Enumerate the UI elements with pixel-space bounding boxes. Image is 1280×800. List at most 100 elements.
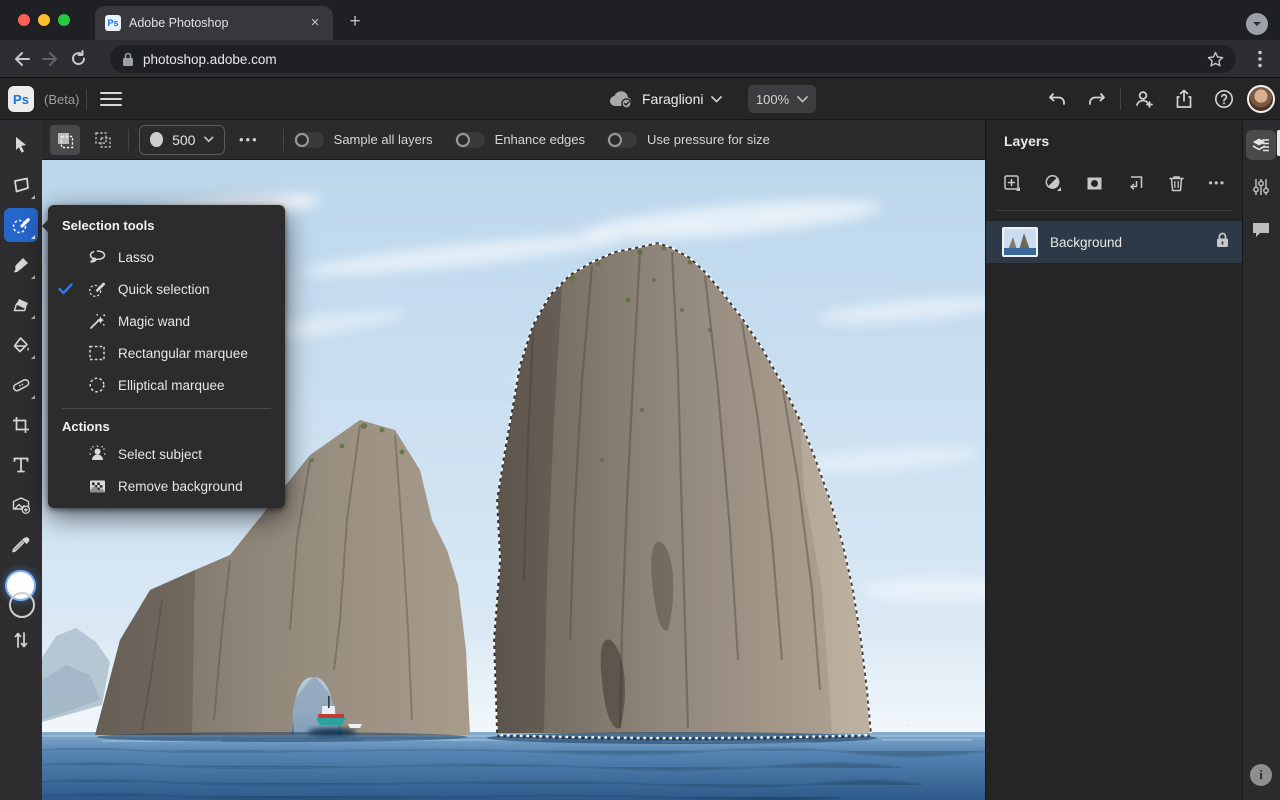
chevron-down-icon (204, 136, 214, 143)
forward-button[interactable] (36, 45, 64, 73)
add-layer-icon (1003, 174, 1020, 191)
layer-thumbnail[interactable] (1002, 227, 1038, 257)
menu-item-remove-background[interactable]: Remove background (48, 470, 285, 502)
forward-icon (42, 51, 57, 66)
menu-item-quick-selection[interactable]: Quick selection (48, 273, 285, 305)
browser-menu-button[interactable] (1248, 45, 1272, 73)
brush-size-dropdown[interactable]: 500 (139, 124, 225, 155)
comment-icon (1253, 222, 1269, 237)
layer-row-background[interactable]: Background (986, 221, 1243, 263)
small-boat (348, 724, 362, 728)
document-switcher[interactable]: Faraglioni (608, 84, 723, 114)
traffic-close-button[interactable] (18, 14, 30, 26)
menu-item-magic-wand[interactable]: Magic wand (48, 305, 285, 337)
add-person-icon (1136, 91, 1153, 108)
new-layer-button[interactable] (996, 168, 1028, 198)
browser-tab[interactable]: Ps Adobe Photoshop × (95, 6, 333, 40)
share-button[interactable] (1167, 82, 1201, 116)
info-button[interactable]: i (1250, 764, 1272, 786)
selection-mode-new-button[interactable] (50, 124, 80, 155)
move-tool-icon (16, 137, 26, 153)
place-image-tool-button[interactable] (4, 488, 38, 522)
bookmark-star-icon[interactable] (1207, 51, 1224, 68)
select-subject-icon (82, 444, 112, 464)
address-bar[interactable]: photoshop.adobe.com (110, 45, 1236, 73)
use-pressure-toggle[interactable] (607, 131, 638, 148)
sample-all-layers-label: Sample all layers (333, 132, 433, 147)
comments-panel-button[interactable] (1246, 214, 1276, 244)
enhance-edges-label: Enhance edges (494, 132, 586, 147)
layers-panel-button[interactable] (1246, 130, 1276, 160)
menu-item-rectangular-marquee[interactable]: Rectangular marquee (48, 337, 285, 369)
move-tool-button[interactable] (4, 128, 38, 162)
tab-search-button[interactable] (1246, 13, 1268, 35)
menu-item-elliptical-marquee[interactable]: Elliptical marquee (48, 369, 285, 401)
info-icon: i (1259, 767, 1263, 782)
redo-button[interactable] (1080, 82, 1114, 116)
ps-logo[interactable]: Ps (8, 86, 34, 112)
account-avatar[interactable] (1247, 85, 1275, 113)
brush-size-value: 500 (172, 131, 196, 148)
boat (308, 728, 356, 736)
main-menu-button[interactable] (100, 89, 122, 109)
background-color-swatch[interactable] (9, 592, 35, 618)
add-image-icon (12, 496, 30, 514)
brush-tool-button[interactable] (4, 248, 38, 282)
enhance-edges-toggle[interactable] (454, 131, 485, 148)
adjustment-button[interactable] (1037, 168, 1069, 198)
photoshop-favicon: Ps (105, 15, 121, 31)
eyedropper-icon (12, 537, 30, 553)
delete-layer-button[interactable] (1160, 168, 1192, 198)
eraser-tool-button[interactable] (4, 288, 38, 322)
eyedropper-tool-button[interactable] (4, 528, 38, 562)
swap-colors-button[interactable] (4, 623, 38, 657)
lasso-icon (82, 248, 112, 267)
menu-item-select-subject[interactable]: Select subject (48, 438, 285, 470)
crop-tool-button[interactable] (4, 408, 38, 442)
traffic-zoom-button[interactable] (58, 14, 70, 26)
help-button[interactable] (1207, 82, 1241, 116)
menu-item-label: Magic wand (118, 313, 191, 329)
check-icon (48, 283, 82, 295)
quick-selection-tool-button[interactable] (4, 208, 38, 242)
traffic-minimize-button[interactable] (38, 14, 50, 26)
object-selection-tool-button[interactable] (4, 168, 38, 202)
healing-tool-button[interactable] (4, 368, 38, 402)
menu-item-label: Lasso (118, 249, 155, 265)
adjustment-icon (1045, 174, 1061, 191)
group-arrow-icon (1129, 175, 1142, 190)
crop-icon (13, 417, 29, 433)
menu-item-lasso[interactable]: Lasso (48, 241, 285, 273)
panel-strip: i (1242, 120, 1280, 800)
back-button[interactable] (8, 45, 36, 73)
more-options-button[interactable]: ••• (239, 132, 259, 147)
layers-more-button[interactable]: ••• (1201, 168, 1233, 198)
layer-name: Background (1050, 234, 1123, 250)
reload-button[interactable] (64, 45, 92, 73)
invite-button[interactable] (1127, 82, 1161, 116)
move-into-group-button[interactable] (1119, 168, 1151, 198)
tool-options-bar: 500 ••• Sample all layers Enhance edges … (42, 120, 985, 160)
fill-tool-button[interactable] (4, 328, 38, 362)
layer-mask-button[interactable] (1078, 168, 1110, 198)
chevron-down-icon (711, 95, 723, 103)
trash-icon (1168, 175, 1184, 191)
selection-mode-subtract-button[interactable] (88, 125, 118, 155)
actions-section-title: Actions (62, 419, 110, 434)
tab-close-icon[interactable]: × (307, 15, 323, 31)
paint-bucket-icon (13, 337, 30, 353)
adjustments-panel-button[interactable] (1246, 172, 1276, 202)
back-icon (15, 51, 30, 66)
layers-stack-icon (1252, 138, 1269, 152)
sample-all-layers-toggle[interactable] (293, 131, 324, 148)
magic-wand-icon (82, 312, 112, 331)
undo-button[interactable] (1040, 82, 1074, 116)
divider (128, 128, 129, 151)
flyout-indicator (31, 235, 35, 239)
type-tool-button[interactable] (4, 448, 38, 482)
flyout-indicator (31, 355, 35, 359)
lock-icon[interactable] (1216, 232, 1229, 253)
ellipsis-icon: ••• (1208, 176, 1226, 190)
zoom-level-dropdown[interactable]: 100% (748, 85, 816, 113)
new-tab-button[interactable]: + (344, 12, 366, 34)
